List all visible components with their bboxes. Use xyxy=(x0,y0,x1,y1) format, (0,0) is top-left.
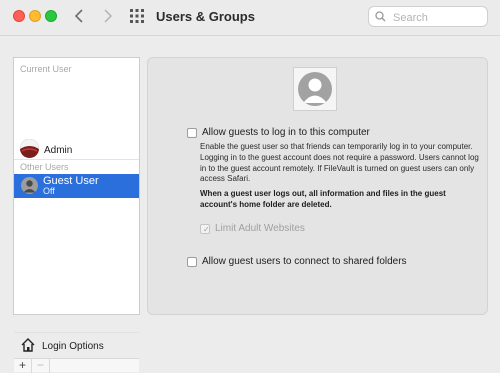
admin-name: Admin xyxy=(44,145,73,156)
guest-avatar-icon xyxy=(23,180,36,193)
divider xyxy=(14,159,139,160)
limit-adult-websites-label: Limit Adult Websites xyxy=(215,223,305,234)
sidebar-toolbar: + − xyxy=(14,358,139,373)
limit-adult-websites-checkbox[interactable]: ✓ xyxy=(200,224,210,234)
current-user-header: Current User xyxy=(20,64,72,74)
title-bar: Users & Groups xyxy=(0,0,500,36)
back-chevron-icon xyxy=(74,9,83,23)
window-title: Users & Groups xyxy=(156,9,255,24)
add-user-button[interactable]: + xyxy=(14,359,32,373)
allow-guest-login-checkbox[interactable] xyxy=(187,128,197,138)
login-options-label: Login Options xyxy=(42,341,104,352)
user-row-guest[interactable]: Guest User Off xyxy=(14,174,139,198)
show-all-button[interactable] xyxy=(130,9,144,23)
house-icon xyxy=(21,338,35,352)
close-button[interactable] xyxy=(13,10,25,22)
guest-settings-panel: Allow guests to log in to this computer … xyxy=(147,57,488,315)
users-sidebar: Current User Admin Other Users Guest Use… xyxy=(13,57,140,373)
guest-large-avatar xyxy=(298,72,332,106)
guest-warning: When a guest user logs out, all informat… xyxy=(200,189,446,209)
remove-user-button[interactable]: − xyxy=(32,359,50,373)
user-row-admin[interactable]: Admin xyxy=(14,137,139,159)
guest-description: Enable the guest user so that friends ca… xyxy=(200,142,479,184)
search-input[interactable] xyxy=(391,9,487,26)
admin-avatar xyxy=(20,139,39,158)
minimize-button[interactable] xyxy=(29,10,41,22)
checkmark-icon: ✓ xyxy=(203,225,210,234)
search-icon xyxy=(375,11,386,22)
other-users-header: Other Users xyxy=(20,162,69,172)
admin-photo-icon xyxy=(20,139,39,158)
guest-picture-well xyxy=(293,67,337,111)
allow-guest-login-label: Allow guests to log in to this computer xyxy=(202,127,370,138)
forward-chevron-icon xyxy=(104,9,113,23)
search-field[interactable] xyxy=(368,6,488,27)
grid-icon xyxy=(130,9,144,23)
guest-user-status: Off xyxy=(43,186,55,196)
shared-folders-label: Allow guest users to connect to shared f… xyxy=(202,256,407,267)
shared-folders-checkbox[interactable] xyxy=(187,257,197,267)
person-icon xyxy=(303,78,327,103)
forward-button[interactable] xyxy=(97,6,117,26)
zoom-button[interactable] xyxy=(45,10,57,22)
guest-avatar xyxy=(21,177,38,194)
login-options-button[interactable]: Login Options xyxy=(14,332,139,358)
back-button[interactable] xyxy=(70,6,90,26)
